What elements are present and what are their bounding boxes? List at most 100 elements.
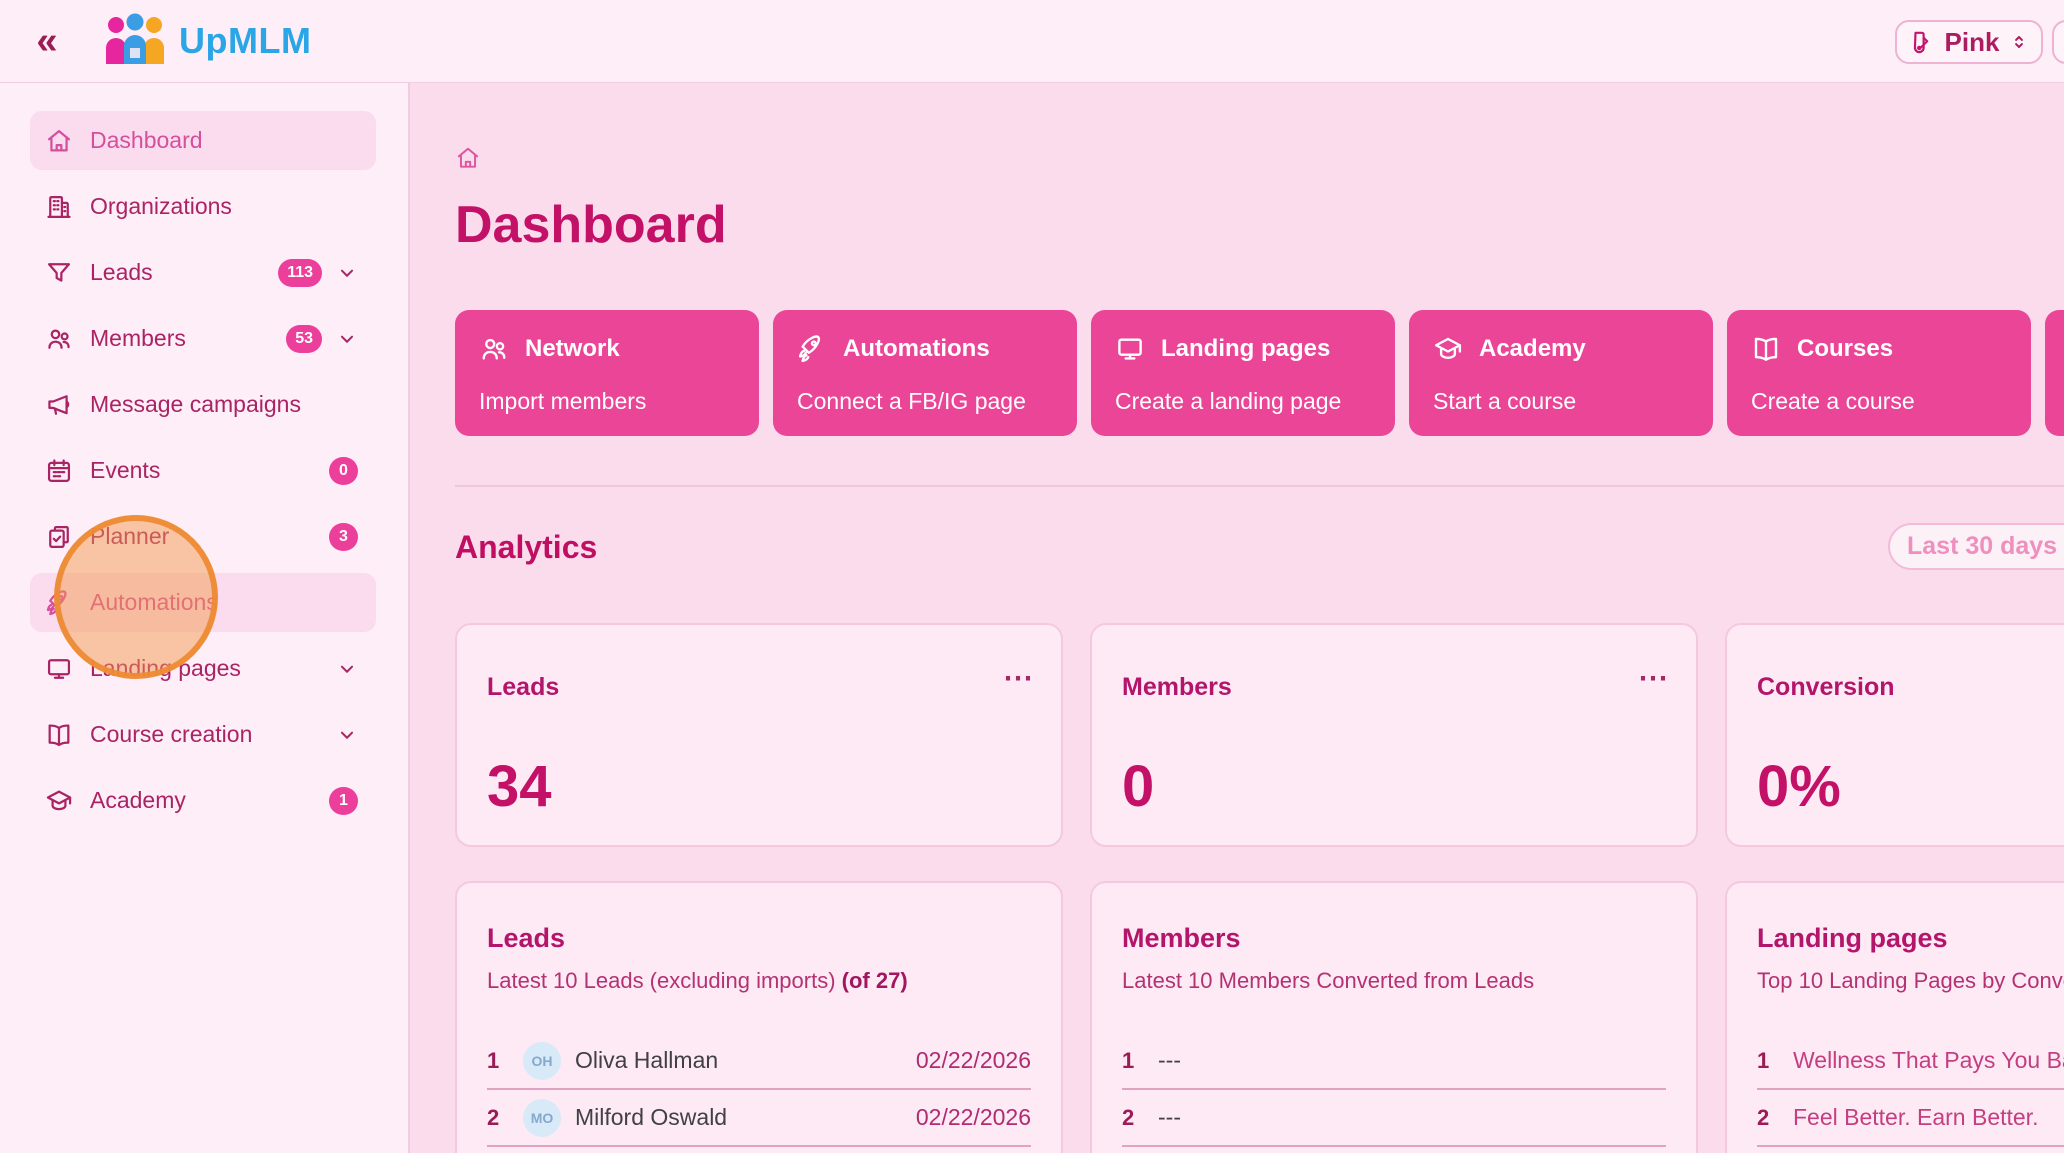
sidebar-item-course-creation[interactable]: Course creation bbox=[30, 705, 376, 764]
quick-action-subtitle: Import members bbox=[479, 388, 646, 415]
member-row[interactable]: 2 --- bbox=[1122, 1090, 1666, 1147]
topbar-partial-button[interactable] bbox=[2052, 20, 2064, 64]
quick-action-courses[interactable]: Courses Create a course bbox=[1727, 310, 2031, 436]
stat-card-leads: Leads ⋯ 34 bbox=[455, 623, 1063, 847]
graduation-cap-icon bbox=[45, 787, 73, 815]
chevrons-left-icon: « bbox=[36, 20, 57, 62]
row-number: 1 bbox=[1122, 1048, 1158, 1074]
chevron-down-icon[interactable] bbox=[336, 262, 358, 284]
list-subtitle: Latest 10 Members Converted from Leads bbox=[1122, 968, 1534, 994]
landing-page-name: Wellness That Pays You Back bbox=[1793, 1047, 2064, 1074]
more-menu-icon[interactable]: ⋯ bbox=[1638, 661, 1670, 696]
lead-date: 02/22/2026 bbox=[916, 1047, 1031, 1074]
section-divider bbox=[455, 485, 2064, 487]
quick-action-landing-pages[interactable]: Landing pages Create a landing page bbox=[1091, 310, 1395, 436]
sidebar-item-label: Planner bbox=[90, 523, 169, 550]
planner-count-badge: 3 bbox=[329, 523, 358, 551]
monitor-icon bbox=[1115, 334, 1145, 364]
list-rows: 1 Wellness That Pays You Back 2 Feel Bet… bbox=[1757, 1033, 2064, 1147]
lead-row[interactable]: 1 OH Oliva Hallman 02/22/2026 bbox=[487, 1033, 1031, 1090]
rocket-icon bbox=[797, 334, 827, 364]
analytics-header: Analytics Last 30 days 01/2 bbox=[455, 523, 2064, 571]
sidebar-item-label: Message campaigns bbox=[90, 391, 301, 418]
row-number: 1 bbox=[1757, 1048, 1793, 1074]
list-subtitle-bold: (of 27) bbox=[842, 968, 908, 993]
list-subtitle-text: Latest 10 Leads (excluding imports) bbox=[487, 968, 842, 993]
sidebar-item-events[interactable]: Events 0 bbox=[30, 441, 376, 500]
quick-actions-row: Network Import members Automations Conne… bbox=[455, 310, 2064, 436]
lead-row[interactable]: 2 MO Milford Oswald 02/22/2026 bbox=[487, 1090, 1031, 1147]
stat-value: 34 bbox=[487, 753, 552, 820]
quick-action-automations[interactable]: Automations Connect a FB/IG page bbox=[773, 310, 1077, 436]
quick-action-partial[interactable]: C bbox=[2045, 310, 2064, 436]
sidebar-item-academy[interactable]: Academy 1 bbox=[30, 771, 376, 830]
row-number: 2 bbox=[487, 1105, 523, 1131]
sidebar-item-label: Automations bbox=[90, 589, 218, 616]
row-number: 1 bbox=[487, 1048, 523, 1074]
people-icon bbox=[45, 325, 73, 353]
chevron-down-icon[interactable] bbox=[336, 328, 358, 350]
lists-row: Leads Latest 10 Leads (excluding imports… bbox=[455, 881, 2064, 1153]
sidebar-item-dashboard[interactable]: Dashboard bbox=[30, 111, 376, 170]
topbar: « UpMLM Pink bbox=[0, 0, 2064, 83]
analytics-heading: Analytics bbox=[455, 523, 2064, 571]
sidebar-item-label: Leads bbox=[90, 259, 153, 286]
quick-action-title: Network bbox=[525, 335, 620, 363]
app-logo[interactable]: UpMLM bbox=[103, 12, 311, 70]
member-row[interactable]: 1 --- bbox=[1122, 1033, 1666, 1090]
list-rows: 1 --- 2 --- bbox=[1122, 1033, 1666, 1147]
landing-page-row[interactable]: 1 Wellness That Pays You Back bbox=[1757, 1033, 2064, 1090]
main-content: Dashboard Network Import members Automat… bbox=[410, 83, 2064, 1153]
sidebar-item-planner[interactable]: Planner 3 bbox=[30, 507, 376, 566]
list-title: Leads bbox=[487, 923, 565, 954]
breadcrumb-home-icon[interactable] bbox=[455, 145, 481, 171]
leads-count-badge: 113 bbox=[278, 259, 322, 287]
sidebar-item-automations[interactable]: Automations bbox=[30, 573, 376, 632]
book-icon bbox=[45, 721, 73, 749]
sidebar-item-members[interactable]: Members 53 bbox=[30, 309, 376, 368]
clipboard-check-icon bbox=[45, 523, 73, 551]
stats-row: Leads ⋯ 34 Members ⋯ 0 Conversion 0% bbox=[455, 623, 2064, 847]
stat-value: 0% bbox=[1757, 753, 1841, 820]
list-subtitle: Latest 10 Leads (excluding imports) (of … bbox=[487, 968, 908, 994]
home-icon bbox=[45, 127, 73, 155]
sidebar-item-message-campaigns[interactable]: Message campaigns bbox=[30, 375, 376, 434]
quick-action-subtitle: Create a course bbox=[1751, 388, 1915, 415]
date-range-select[interactable]: Last 30 days 01/2 bbox=[1888, 523, 2064, 570]
sidebar-item-leads[interactable]: Leads 113 bbox=[30, 243, 376, 302]
sidebar-collapse-button[interactable]: « bbox=[24, 18, 70, 64]
lead-name: Oliva Hallman bbox=[575, 1047, 718, 1074]
sidebar-item-label: Landing pages bbox=[90, 655, 241, 682]
more-menu-icon[interactable]: ⋯ bbox=[1003, 661, 1035, 696]
sidebar-item-label: Dashboard bbox=[90, 127, 203, 154]
quick-action-academy[interactable]: Academy Start a course bbox=[1409, 310, 1713, 436]
list-subtitle: Top 10 Landing Pages by Convers bbox=[1757, 968, 2064, 994]
quick-action-title: Courses bbox=[1797, 335, 1893, 363]
lead-date: 02/22/2026 bbox=[916, 1104, 1031, 1131]
quick-action-network[interactable]: Network Import members bbox=[455, 310, 759, 436]
theme-select[interactable]: Pink bbox=[1895, 20, 2043, 64]
theme-name: Pink bbox=[1945, 27, 2000, 58]
sidebar-item-landing-pages[interactable]: Landing pages bbox=[30, 639, 376, 698]
megaphone-icon bbox=[45, 391, 73, 419]
calendar-icon bbox=[45, 457, 73, 485]
chevron-down-icon[interactable] bbox=[336, 658, 358, 680]
quick-action-title: Landing pages bbox=[1161, 335, 1330, 363]
sidebar-item-label: Course creation bbox=[90, 721, 252, 748]
events-count-badge: 0 bbox=[329, 457, 358, 485]
lead-name: Milford Oswald bbox=[575, 1104, 727, 1131]
quick-action-title: Academy bbox=[1479, 335, 1586, 363]
stat-title: Leads bbox=[487, 673, 559, 702]
landing-page-row[interactable]: 2 Feel Better. Earn Better. bbox=[1757, 1090, 2064, 1147]
quick-action-subtitle: Create a landing page bbox=[1115, 388, 1341, 415]
row-number: 2 bbox=[1122, 1105, 1158, 1131]
list-rows: 1 OH Oliva Hallman 02/22/2026 2 MO Milfo… bbox=[487, 1033, 1031, 1147]
sidebar-item-organizations[interactable]: Organizations bbox=[30, 177, 376, 236]
academy-count-badge: 1 bbox=[329, 787, 358, 815]
chevron-down-icon[interactable] bbox=[336, 724, 358, 746]
stat-title: Conversion bbox=[1757, 673, 1895, 702]
building-icon bbox=[45, 193, 73, 221]
people-logo-icon bbox=[103, 12, 167, 70]
avatar: OH bbox=[523, 1042, 561, 1080]
member-name: --- bbox=[1158, 1104, 1181, 1131]
